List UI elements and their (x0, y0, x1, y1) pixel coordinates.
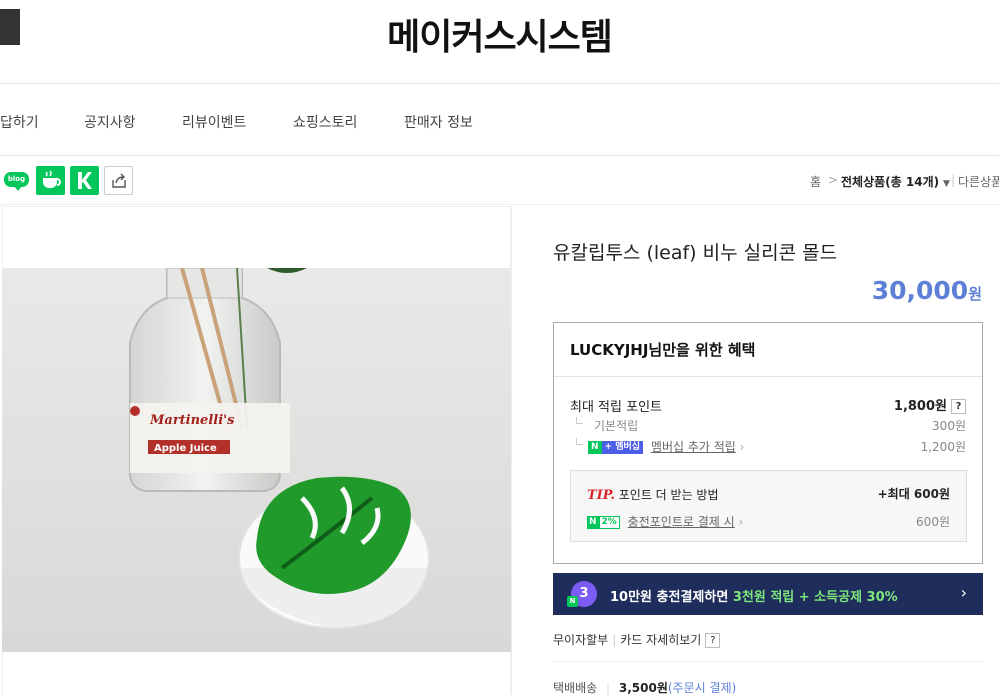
promo-badge: 3 N (567, 581, 597, 607)
blog-share-icon[interactable]: blog (2, 166, 31, 195)
breadcrumb-category[interactable]: 전체상품(총 14개) ▼ (841, 173, 950, 190)
promo-text: 10만원 충전결제하면 3천원 적립 + 소득공제 30% (610, 586, 898, 605)
tip-heading: TIP. 포인트 더 받는 방법 (587, 486, 719, 503)
promo-text-a: 10만원 충전결제하면 (610, 590, 733, 605)
shipping-note: (주문시 결제) (667, 681, 737, 695)
promo-text-b: 3천원 적립 + 소득공제 30% (732, 590, 898, 605)
kakao-share-icon[interactable] (70, 166, 99, 195)
store-header: 메이커스시스템 (0, 0, 999, 84)
max-points-row: 1,800원? (894, 395, 966, 414)
chevron-right-icon: › (734, 515, 744, 529)
chevron-right-icon: › (735, 440, 745, 454)
charge-badge: 2% (598, 516, 620, 529)
breadcrumb-home[interactable]: 홈 (810, 173, 821, 190)
tree-line (576, 417, 583, 424)
store-nav: 답하기 공지사항 리뷰이벤트 쇼핑스토리 판매자 정보 (0, 84, 999, 156)
breadcrumb-category-label: 전체상품 (841, 175, 886, 189)
tip-box: TIP. 포인트 더 받는 방법 +최대 600원 N 2% 충전포인트로 결제 … (570, 470, 967, 542)
tip-text: 포인트 더 받는 방법 (618, 488, 719, 502)
benefit-divider (554, 376, 982, 377)
shipping-fee: 3,500원 (618, 681, 668, 695)
product-info-panel: 유칼립투스 (leaf) 비누 실리콘 몰드 30,000원 LUCKYJHJ님… (511, 206, 999, 695)
price-unit: 원 (968, 285, 982, 303)
basic-points-label: 기본적립 (594, 419, 639, 433)
help-icon[interactable]: ? (951, 399, 966, 414)
basic-points-value: 300원 (932, 419, 966, 433)
nav-item-review-event[interactable]: 리뷰이벤트 (182, 112, 246, 132)
photo-brand-label: Martinelli's (149, 413, 235, 428)
benefit-box: LUCKYJHJ님만을 위한 혜택 최대 적립 포인트 1,800원? 기본적립… (553, 322, 983, 564)
share-bar: blog 홈 > 전체상품(총 14개) ▼ | 다른상품보 (0, 157, 999, 205)
product-price: 30,000원 (872, 276, 982, 305)
promo-banner[interactable]: 3 N 10만원 충전결제하면 3천원 적립 + 소득공제 30% › (553, 573, 983, 615)
max-points-label: 최대 적립 포인트 (570, 400, 662, 415)
tip-max: +최대 600원 (877, 487, 950, 501)
other-products-link[interactable]: 다른상품보 (958, 173, 999, 190)
membership-badge: + 멤버십 (601, 441, 644, 454)
max-points-value: 1,800원 (893, 399, 947, 414)
breadcrumb-category-count: (총 14개) (885, 175, 940, 189)
benefit-heading: LUCKYJHJ님만을 위한 혜택 (570, 341, 756, 359)
installment-label: 무이자할부 (553, 633, 609, 647)
share-icon[interactable] (104, 166, 133, 195)
price-value: 30,000 (871, 276, 969, 305)
membership-row[interactable]: N + 멤버십 멤버십 추가 적립 › (588, 438, 744, 455)
blog-label: blog (4, 172, 29, 191)
chevron-right-icon: › (960, 583, 967, 602)
store-title[interactable]: 메이커스시스템 (0, 8, 999, 60)
membership-label: 멤버십 추가 적립 (650, 440, 736, 454)
naver-n-icon: N (588, 441, 602, 454)
product-title: 유칼립투스 (leaf) 비누 실리콘 몰드 (553, 242, 838, 264)
payment-row: 무이자할부 | 카드 자세히보기? (553, 631, 721, 648)
charge-label: 충전포인트로 결제 시 (627, 515, 735, 529)
chevron-down-icon: ▼ (942, 179, 950, 189)
naver-n-icon: N (567, 596, 578, 607)
tree-line (576, 438, 583, 445)
nav-item-seller-info[interactable]: 판매자 정보 (404, 112, 473, 132)
divider (553, 661, 983, 662)
membership-value: 1,200원 (920, 440, 966, 454)
product-photo[interactable]: Martinelli's Apple Juice (2, 268, 511, 652)
shipping-label: 택배배송 (553, 681, 598, 695)
charge-value: 600원 (916, 515, 950, 529)
photo-juice-label: Apple Juice (154, 443, 217, 454)
card-details-link[interactable]: 카드 자세히보기 (620, 633, 701, 647)
breadcrumb-divider: | (951, 173, 956, 187)
tip-prefix: TIP. (587, 488, 615, 503)
divider: | (606, 681, 611, 695)
nav-item-shopping-story[interactable]: 쇼핑스토리 (293, 112, 357, 132)
naver-n-icon: N (587, 516, 599, 529)
nav-item-qna[interactable]: 답하기 (0, 112, 39, 132)
charge-row[interactable]: N 2% 충전포인트로 결제 시 › (587, 513, 743, 530)
breadcrumb-separator: > (828, 173, 839, 187)
cafe-share-icon[interactable] (36, 166, 65, 195)
help-icon[interactable]: ? (705, 633, 721, 648)
shipping-row: 택배배송 | 3,500원(주문시 결제) (553, 679, 736, 695)
nav-item-notice[interactable]: 공지사항 (84, 112, 136, 132)
divider: | (612, 633, 617, 647)
